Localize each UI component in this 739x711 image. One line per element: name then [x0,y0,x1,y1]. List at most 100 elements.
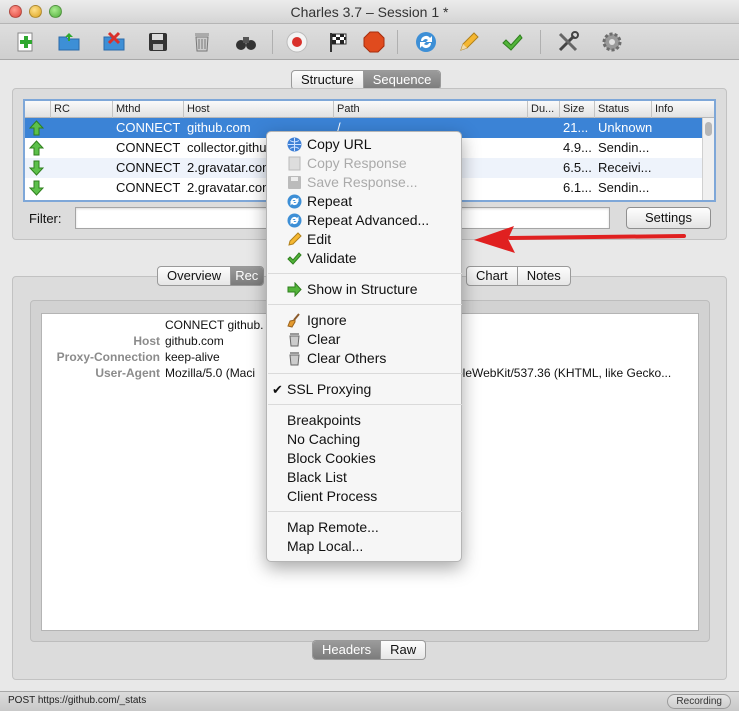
tab-headers[interactable]: Headers [313,641,382,659]
close-session-icon[interactable] [100,28,128,56]
new-session-icon[interactable] [12,28,40,56]
menu-item-block-cookies[interactable]: Block Cookies [267,449,461,468]
menu-item-label: Repeat [307,193,353,209]
cell-size: 21... [563,120,589,135]
menu-item-black-list[interactable]: Black List [267,468,461,487]
table-scrollbar[interactable] [702,118,714,200]
throttle-icon[interactable] [325,28,353,56]
header-key: User-Agent [95,366,160,380]
menu-item-ignore[interactable]: Ignore [267,311,461,330]
window-title: Charles 3.7 – Session 1 * [290,4,449,20]
menu-separator [268,304,462,305]
column-header-size[interactable]: Size [560,101,595,118]
title-bar: Charles 3.7 – Session 1 * [0,0,739,24]
tab-sequence[interactable]: Sequence [363,71,441,89]
record-icon[interactable] [283,28,311,56]
menu-item-label: Ignore [307,312,347,328]
trash-icon[interactable] [188,28,216,56]
menu-item-label: SSL Proxying [287,381,372,397]
menu-item-no-caching[interactable]: No Caching [267,430,461,449]
menu-item-edit[interactable]: Edit [267,230,461,249]
cell-size: 6.1... [563,180,592,195]
column-header-rc[interactable]: RC [51,101,113,118]
header-value-tail: pleWebKit/537.36 (KHTML, like Gecko... [456,366,672,380]
recording-indicator[interactable]: Recording [667,694,731,709]
cell-status: Sendin... [598,140,650,155]
edit-icon[interactable] [455,28,483,56]
status-text: POST https://github.com/_stats [8,695,147,706]
menu-item-repeat-advanced[interactable]: Repeat Advanced... [267,211,461,230]
find-icon[interactable] [232,28,260,56]
repeat-icon[interactable] [412,28,440,56]
column-header-duration[interactable]: Du... [528,101,560,118]
cell-status: Receivi... [598,160,652,175]
view-mode-switch: Structure Sequence [291,70,442,90]
open-session-icon[interactable] [55,28,83,56]
toolbar-separator [397,30,398,54]
upload-arrow-icon [29,120,44,136]
menu-item-ssl-proxying[interactable]: ✔ SSL Proxying [267,380,461,399]
breakpoint-icon[interactable] [360,28,388,56]
save-icon[interactable] [144,28,172,56]
menu-item-clear[interactable]: Clear [267,330,461,349]
cell-method: CONNECT [116,120,181,135]
menu-item-validate[interactable]: Validate [267,249,461,268]
table-header: RC Mthd Host Path Du... Size Status Info [25,101,714,118]
filter-label: Filter: [29,211,62,226]
menu-item-breakpoints[interactable]: Breakpoints [267,411,461,430]
column-header-direction[interactable] [25,101,51,118]
menu-item-map-remote[interactable]: Map Remote... [267,518,461,537]
column-header-method[interactable]: Mthd [113,101,184,118]
validate-icon[interactable] [498,28,526,56]
cell-method: CONNECT [116,140,181,155]
menu-item-label: Save Response... [307,174,418,190]
scrollbar-thumb[interactable] [705,122,712,136]
menu-item-client-process[interactable]: Client Process [267,487,461,506]
column-header-path[interactable]: Path [334,101,528,118]
tab-overview[interactable]: Overview [158,267,232,285]
document-icon [288,156,301,171]
header-value: Mozilla/5.0 (Maci [165,366,256,380]
format-tabs: Headers Raw [312,640,427,660]
annotation-arrow-icon [474,226,686,253]
toolbar [0,24,739,60]
menu-item-copy-response[interactable]: Copy Response [267,154,461,173]
cell-method: CONNECT [116,160,181,175]
menu-item-label: Block Cookies [287,450,376,466]
tools-icon[interactable] [554,28,582,56]
settings-gear-icon[interactable] [598,28,626,56]
pencil-icon [288,232,302,246]
tab-structure[interactable]: Structure [292,71,364,89]
header-value: github.com [165,334,224,348]
menu-item-repeat[interactable]: Repeat [267,192,461,211]
trash-icon [289,333,300,347]
column-header-info[interactable]: Info [652,101,714,118]
tab-notes[interactable]: Notes [518,267,570,285]
menu-item-show-in-structure[interactable]: Show in Structure [267,280,461,299]
tab-raw[interactable]: Raw [381,641,425,659]
download-arrow-icon [29,160,44,176]
menu-item-save-response[interactable]: Save Response... [267,173,461,192]
menu-item-label: Map Local... [287,538,364,554]
globe-icon [287,137,302,152]
repeat-icon [287,213,302,228]
menu-item-copy-url[interactable]: Copy URL [267,135,461,154]
header-key: Proxy-Connection [56,350,160,364]
menu-item-label: Repeat Advanced... [307,212,430,228]
menu-item-map-local[interactable]: Map Local... [267,537,461,556]
menu-item-label: Copy Response [307,155,407,171]
menu-item-label: Breakpoints [287,412,361,428]
menu-separator [268,273,462,274]
header-key: Host [133,334,160,348]
column-header-host[interactable]: Host [184,101,334,118]
menu-item-label: Copy URL [307,136,372,152]
upload-arrow-icon [29,140,44,156]
menu-item-label: Client Process [287,488,378,504]
tab-request[interactable]: Rec [231,267,264,285]
cell-size: 4.9... [563,140,592,155]
menu-item-clear-others[interactable]: Clear Others [267,349,461,368]
trash-icon [289,352,300,366]
column-header-status[interactable]: Status [595,101,652,118]
repeat-icon [287,194,302,209]
tab-chart[interactable]: Chart [467,267,518,285]
